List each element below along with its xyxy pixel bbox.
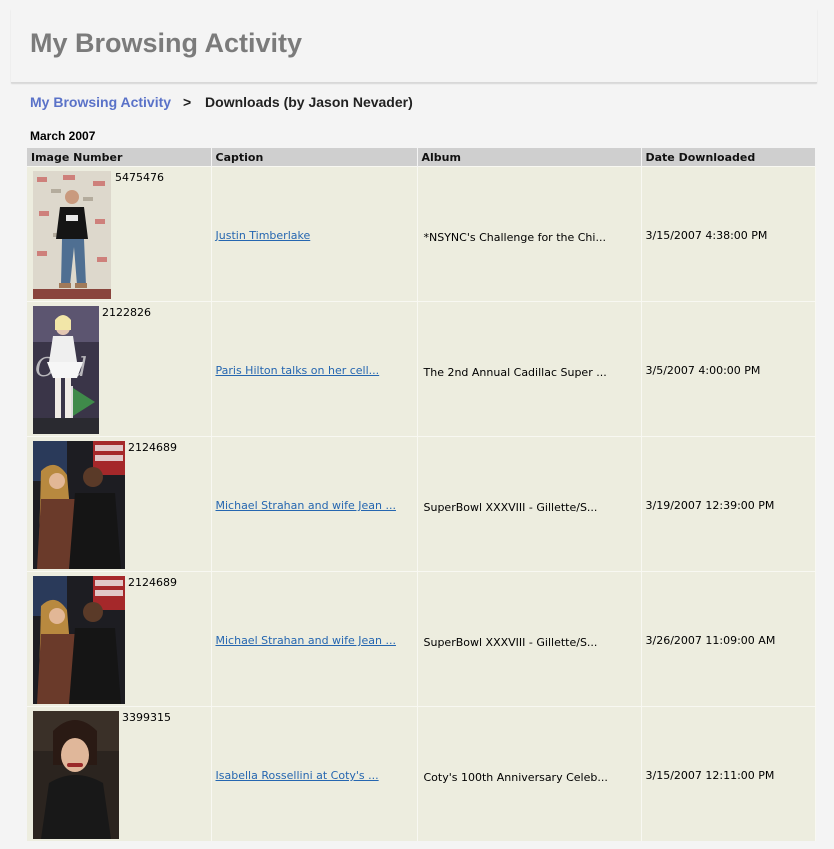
caption-link[interactable]: Michael Strahan and wife Jean ... [212,572,417,647]
caption-cell: Michael Strahan and wife Jean ... [211,436,418,572]
column-header-album: Album [417,148,642,167]
date-downloaded: 3/19/2007 12:39:00 PM [645,499,775,512]
image-number: 2124689 [128,576,177,589]
table-row: 2124689 Michael Strahan and wife Jean ..… [27,436,816,572]
image-number: 2124689 [128,441,177,454]
date-downloaded: 3/15/2007 4:38:00 PM [645,229,768,242]
thumbnail-image[interactable] [33,171,111,299]
table-row: Cad 2122826 Paris Hilton talks on [27,301,816,437]
caption-link[interactable]: Paris Hilton talks on her cell... [212,302,417,377]
image-cell: 2124689 [27,571,212,707]
date-cell: 3/15/2007 12:11:00 PM [641,706,816,841]
album-name: The 2nd Annual Cadillac Super ... [423,366,607,379]
album-name: SuperBowl XXXVIII - Gillette/S... [423,501,598,514]
album-cell: SuperBowl XXXVIII - Gillette/S... [417,436,642,572]
caption-cell: Justin Timberlake [211,166,418,302]
caption-cell: Isabella Rossellini at Coty's ... [211,706,418,841]
date-downloaded: 3/26/2007 11:09:00 AM [645,634,776,647]
album-cell: *NSYNC's Challenge for the Chi... [417,166,642,302]
album-name: SuperBowl XXXVIII - Gillette/S... [423,636,598,649]
date-downloaded: 3/15/2007 12:11:00 PM [645,769,775,782]
downloads-table: Image Number Caption Album Date Download… [27,148,816,841]
table-row: 5475476 Justin Timberlake *NSYNC's Chall… [27,166,816,302]
date-cell: 3/26/2007 11:09:00 AM [641,571,816,707]
breadcrumb-link-browsing-activity[interactable]: My Browsing Activity [30,94,171,110]
caption-cell: Paris Hilton talks on her cell... [211,301,418,437]
album-name: *NSYNC's Challenge for the Chi... [423,231,606,244]
date-cell: 3/15/2007 4:38:00 PM [641,166,816,302]
caption-link[interactable]: Michael Strahan and wife Jean ... [212,437,417,512]
album-cell: Coty's 100th Anniversary Celeb... [417,706,642,841]
caption-link[interactable]: Isabella Rossellini at Coty's ... [212,707,417,782]
album-cell: SuperBowl XXXVIII - Gillette/S... [417,571,642,707]
image-number: 2122826 [102,306,151,319]
column-header-caption: Caption [211,148,418,167]
column-header-image-number: Image Number [27,148,212,167]
date-downloaded: 3/5/2007 4:00:00 PM [645,364,761,377]
image-number: 3399315 [122,711,171,724]
table-header-row: Image Number Caption Album Date Download… [27,148,816,167]
album-name: Coty's 100th Anniversary Celeb... [423,771,608,784]
thumbnail-image[interactable] [33,711,119,839]
caption-cell: Michael Strahan and wife Jean ... [211,571,418,707]
date-cell: 3/5/2007 4:00:00 PM [641,301,816,437]
image-cell: 5475476 [27,166,212,302]
column-header-date-downloaded: Date Downloaded [641,148,816,167]
thumbnail-image[interactable]: Cad [33,306,99,434]
breadcrumb-separator: > [182,94,192,110]
table-row: 3399315 Isabella Rossellini at Coty's ..… [27,706,816,841]
caption-link[interactable]: Justin Timberlake [212,167,417,242]
table-row: 2124689 Michael Strahan and wife Jean ..… [27,571,816,707]
breadcrumb-current: Downloads (by Jason Nevader) [205,94,413,110]
thumbnail-image[interactable] [33,441,125,569]
breadcrumb: My Browsing Activity > Downloads (by Jas… [30,94,413,110]
album-cell: The 2nd Annual Cadillac Super ... [417,301,642,437]
date-cell: 3/19/2007 12:39:00 PM [641,436,816,572]
image-cell: 3399315 [27,706,212,841]
image-number: 5475476 [115,171,164,184]
page-header: My Browsing Activity [11,9,817,83]
thumbnail-image[interactable] [33,576,125,704]
image-cell: 2124689 [27,436,212,572]
image-cell: Cad 2122826 [27,301,212,437]
page-title: My Browsing Activity [30,28,303,58]
month-heading: March 2007 [30,129,96,143]
